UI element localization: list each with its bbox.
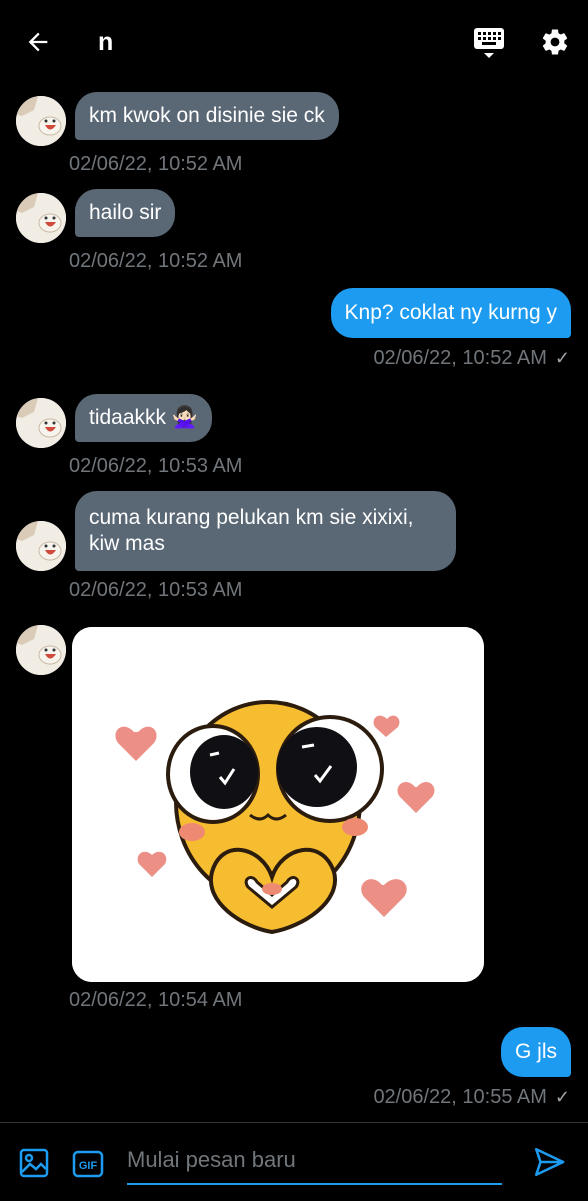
gif-icon: GIF xyxy=(72,1150,104,1178)
gear-icon xyxy=(542,29,568,55)
avatar[interactable] xyxy=(16,521,66,571)
settings-button[interactable] xyxy=(535,22,575,62)
avatar-image xyxy=(16,96,66,146)
avatar-image xyxy=(16,521,66,571)
avatar-image xyxy=(16,625,66,675)
message-timestamp: 02/06/22, 10:54 AM xyxy=(69,989,243,1011)
avatar[interactable] xyxy=(16,398,66,448)
message-timestamp: 02/06/22, 10:55 AM xyxy=(373,1086,547,1108)
add-gif-button[interactable]: GIF xyxy=(72,1150,104,1178)
message-timestamp: 02/06/22, 10:52 AM xyxy=(69,153,243,175)
send-icon xyxy=(534,1147,565,1177)
back-button[interactable] xyxy=(20,24,56,60)
avatar[interactable] xyxy=(16,193,66,243)
sticker-message[interactable] xyxy=(72,627,484,982)
cute-face-heart-hands-sticker xyxy=(72,627,484,982)
avatar[interactable] xyxy=(16,625,66,675)
outgoing-message-bubble[interactable]: Knp? coklat ny kurng y xyxy=(330,288,571,338)
message-timestamp: 02/06/22, 10:52 AM xyxy=(69,250,243,272)
add-image-button[interactable] xyxy=(18,1147,50,1179)
message-timestamp-row: 02/06/22, 10:52 AM ✓ xyxy=(373,347,570,370)
sent-check-icon: ✓ xyxy=(554,348,570,368)
message-timestamp: 02/06/22, 10:52 AM xyxy=(373,347,547,369)
avatar-image xyxy=(16,398,66,448)
message-timestamp-row: 02/06/22, 10:55 AM ✓ xyxy=(373,1086,570,1109)
conversation-header: n xyxy=(0,0,588,84)
avatar[interactable] xyxy=(16,96,66,146)
conversation-title: n xyxy=(98,28,114,56)
message-timestamp: 02/06/22, 10:53 AM xyxy=(69,455,243,477)
sent-check-icon: ✓ xyxy=(554,1087,570,1107)
message-composer: GIF xyxy=(0,1122,588,1201)
message-timestamp: 02/06/22, 10:53 AM xyxy=(69,579,243,601)
incoming-message-bubble[interactable]: tidaakkk 🙅🏻‍♀️ xyxy=(75,394,213,442)
incoming-message-bubble[interactable]: hailo sir xyxy=(75,189,176,237)
avatar-image xyxy=(16,193,66,243)
image-icon xyxy=(19,1148,49,1178)
incoming-message-bubble[interactable]: km kwok on disinie sie ck xyxy=(75,92,339,140)
keyboard-shortcuts-button[interactable] xyxy=(470,24,508,62)
message-input[interactable] xyxy=(127,1137,502,1185)
keyboard-icon xyxy=(474,28,504,58)
incoming-message-bubble[interactable]: cuma kurang pelukan km sie xixixi, kiw m… xyxy=(75,491,456,571)
gif-label: GIF xyxy=(79,1160,98,1172)
arrow-left-icon xyxy=(28,32,48,52)
outgoing-message-bubble[interactable]: G jls xyxy=(501,1027,571,1077)
send-button[interactable] xyxy=(532,1145,568,1181)
